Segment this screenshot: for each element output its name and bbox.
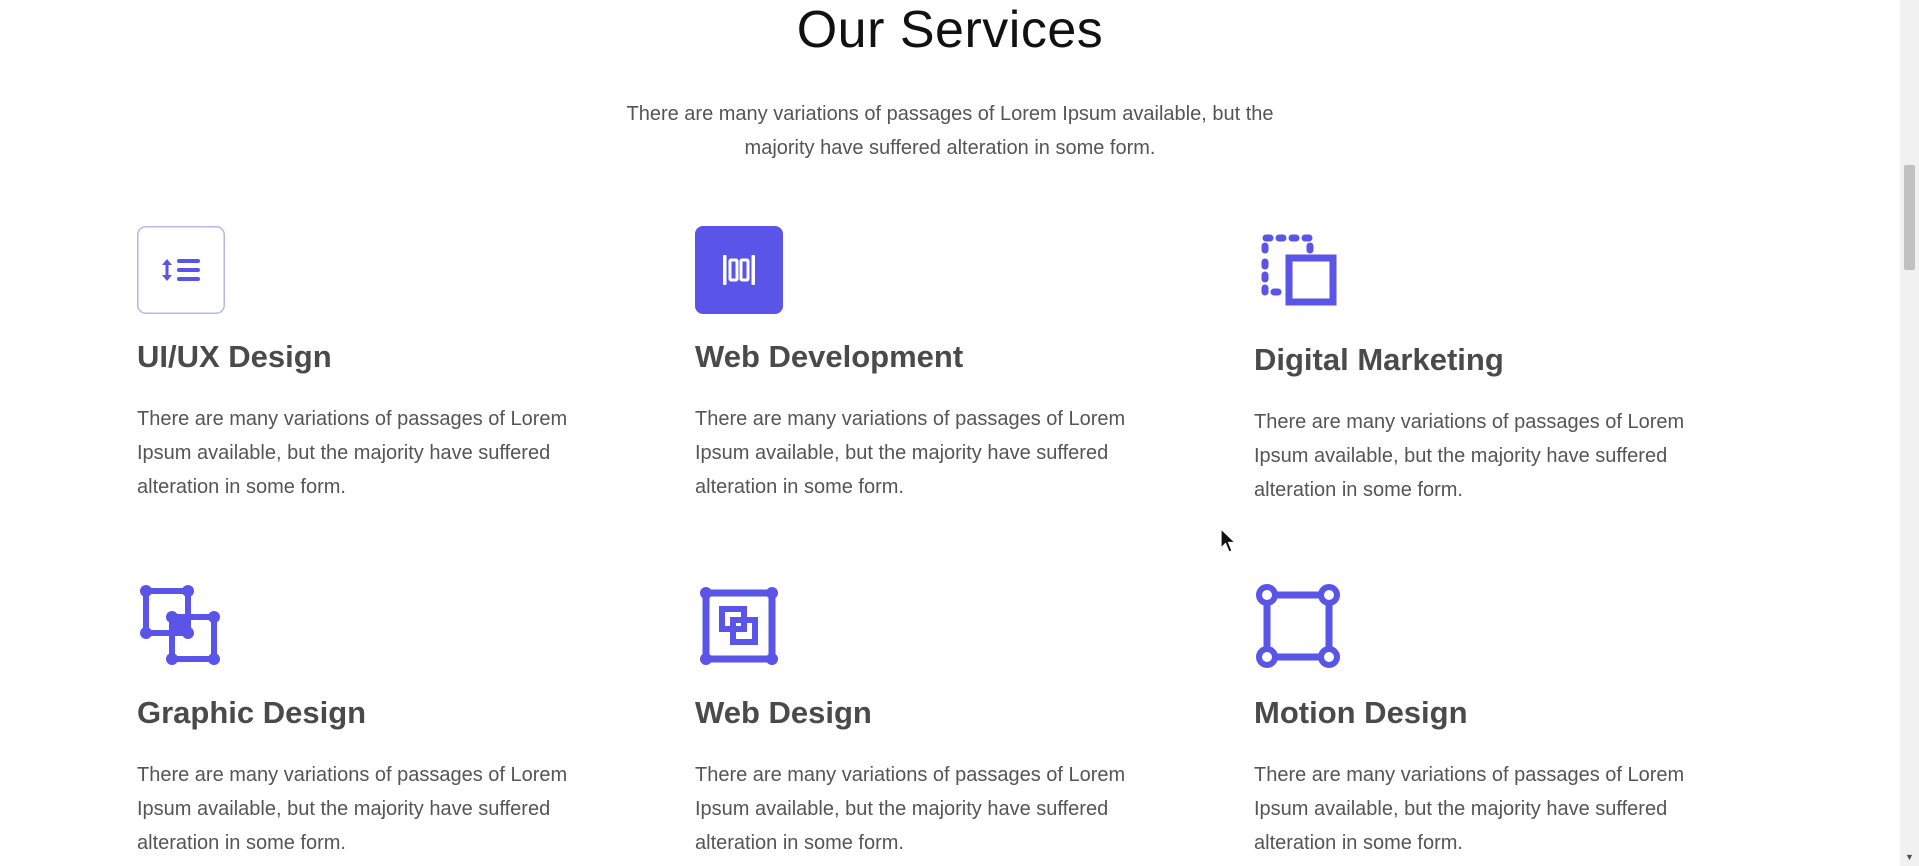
section-subtitle: There are many variations of passages of…: [626, 103, 1274, 159]
service-title: Motion Design: [1254, 695, 1468, 730]
scroll-down-arrow-icon[interactable]: ▼: [1900, 850, 1919, 864]
overlapping-frames-icon: [140, 585, 220, 665]
nested-squares-icon: [700, 587, 778, 665]
service-card-uiux-design: UI/UX Design There are many variations o…: [137, 226, 607, 504]
service-description: There are many variations of passages of…: [695, 764, 1126, 854]
service-description: There are many variations of passages of…: [137, 408, 568, 498]
line-height-icon: [137, 226, 225, 314]
service-title: Web Design: [695, 695, 872, 730]
service-card-digital-marketing: Digital Marketing There are many variati…: [1254, 226, 1724, 507]
service-card-graphic-design: Graphic Design There are many variations…: [137, 582, 607, 860]
align-distribute-icon: [695, 226, 783, 314]
vector-square-icon: [1256, 584, 1340, 668]
service-title: UI/UX Design: [137, 339, 332, 374]
service-card-web-development: Web Development There are many variation…: [695, 226, 1165, 504]
service-description: There are many variations of passages of…: [137, 764, 568, 854]
service-description: There are many variations of passages of…: [695, 408, 1126, 498]
service-description: There are many variations of passages of…: [1254, 411, 1685, 501]
scrollbar-thumb[interactable]: [1904, 165, 1915, 270]
service-title: Digital Marketing: [1254, 342, 1504, 377]
mouse-cursor-icon: [1220, 528, 1237, 553]
vertical-scrollbar[interactable]: ▼: [1900, 0, 1919, 866]
service-title: Graphic Design: [137, 695, 367, 730]
section-title: Our Services: [796, 1, 1104, 59]
dashed-square-icon: [1261, 234, 1337, 306]
service-card-motion-design: Motion Design There are many variations …: [1254, 582, 1724, 860]
service-description: There are many variations of passages of…: [1254, 764, 1685, 854]
service-title: Web Development: [695, 339, 964, 374]
service-card-web-design: Web Design There are many variations of …: [695, 582, 1165, 860]
services-section: Our Services There are many variations o…: [0, 0, 1900, 866]
